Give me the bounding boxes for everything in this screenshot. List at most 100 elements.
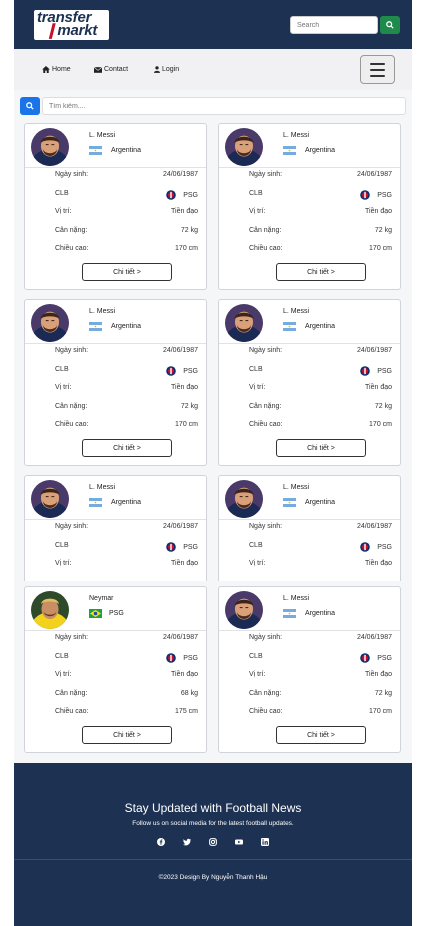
player-search-input[interactable] — [42, 97, 406, 115]
height-value: 170 cm — [369, 708, 392, 715]
club-label: CLB — [249, 366, 263, 373]
social-links — [157, 838, 269, 847]
club-value: PSG — [360, 542, 392, 552]
player-name: L. Messi — [89, 484, 116, 491]
player-nation: Argentina — [305, 147, 335, 154]
page-frame: transfer ❙markt Home Contact Login — [14, 0, 412, 926]
player-nation: Argentina — [305, 499, 335, 506]
height-value: 170 cm — [369, 421, 392, 428]
club-value-text: PSG — [377, 543, 392, 551]
user-icon — [154, 66, 160, 73]
birth-label: Ngày sinh: — [249, 347, 283, 354]
club-value-text: PSG — [183, 654, 198, 662]
player-club-row: CLB PSG — [249, 366, 392, 376]
player-position-row: Vị trí: Tiền đạo — [55, 671, 198, 681]
player-card: L. Messi Argentina Ngày sinh: 24/06/1987 CL… — [24, 475, 207, 581]
player-name: Neymar — [89, 595, 114, 602]
detail-button[interactable]: Chi tiết > — [276, 263, 366, 281]
header-search-button[interactable] — [380, 16, 400, 34]
footer-copyright: ©2023 Design By Nguyễn Thanh Hậu — [158, 874, 268, 881]
position-label: Vị trí: — [249, 671, 266, 678]
position-value-text: Tiền đạo — [365, 208, 392, 215]
linkedin-icon[interactable] — [261, 838, 269, 846]
player-avatar — [31, 304, 69, 342]
player-height-row: Chiều cao: 170 cm — [55, 245, 198, 255]
player-weight-row: Cân nặng: 72 kg — [249, 403, 392, 413]
player-avatar — [31, 591, 69, 629]
psg-club-icon — [166, 653, 177, 663]
player-card: L. Messi Argentina Ngày sinh: 24/06/1987 CL… — [218, 299, 401, 466]
height-label: Chiều cao: — [249, 708, 283, 715]
instagram-icon[interactable] — [209, 838, 217, 846]
nav-login[interactable]: Login — [154, 66, 179, 73]
detail-button[interactable]: Chi tiết > — [276, 726, 366, 744]
main-search-button[interactable] — [20, 97, 40, 115]
twitter-icon[interactable] — [183, 838, 191, 846]
player-club-row: CLB PSG — [249, 653, 392, 663]
player-avatar — [225, 128, 263, 166]
player-height-row: Chiều cao: 170 cm — [249, 421, 392, 431]
position-label: Vị trí: — [249, 384, 266, 391]
player-position-row: Vị trí: Tiền đạo — [249, 384, 392, 394]
argentina-flag-icon — [283, 609, 296, 618]
height-label: Chiều cao: — [249, 421, 283, 428]
player-birth-row: Ngày sinh: 24/06/1987 — [249, 171, 392, 181]
player-club-row: CLB PSG — [55, 190, 198, 200]
position-value: Tiền đạo — [365, 560, 392, 567]
player-avatar — [225, 480, 263, 518]
detail-button[interactable]: Chi tiết > — [82, 439, 172, 457]
player-card: Neymar PSG Ngày sinh: 24/06/1987 CLB PSG Vị … — [24, 586, 207, 753]
nav-home[interactable]: Home — [42, 66, 71, 73]
player-name: L. Messi — [89, 308, 116, 315]
player-avatar — [31, 480, 69, 518]
player-card: L. Messi Argentina Ngày sinh: 24/06/1987 CL… — [218, 475, 401, 581]
birth-label: Ngày sinh: — [55, 347, 89, 354]
nav-bar: Home Contact Login — [14, 49, 412, 90]
position-value-text: Tiền đạo — [171, 208, 198, 215]
birth-value-text: 24/06/1987 — [356, 347, 392, 354]
detail-button[interactable]: Chi tiết > — [82, 263, 172, 281]
argentina-flag-icon — [283, 146, 296, 155]
psg-club-icon — [166, 542, 177, 552]
height-label: Chiều cao: — [249, 245, 283, 252]
header-search-input[interactable] — [290, 16, 378, 34]
argentina-flag-icon — [89, 322, 102, 331]
player-height-row: Chiều cao: 170 cm — [249, 245, 392, 255]
club-value-text: PSG — [183, 191, 198, 199]
club-label: CLB — [55, 366, 69, 373]
nav-contact[interactable]: Contact — [94, 66, 128, 73]
height-value-text: 170 cm — [369, 245, 392, 252]
player-avatar — [225, 304, 263, 342]
weight-value-text: 72 kg — [180, 227, 198, 234]
birth-value-text: 24/06/1987 — [356, 171, 392, 178]
psg-club-icon — [360, 653, 371, 663]
facebook-icon[interactable] — [157, 838, 165, 846]
birth-value: 24/06/1987 — [357, 347, 392, 354]
position-label: Vị trí: — [249, 560, 266, 567]
footer-title: Stay Updated with Football News — [124, 801, 302, 815]
player-card: L. Messi Argentina Ngày sinh: 24/06/1987 CL… — [218, 586, 401, 753]
player-name: L. Messi — [89, 132, 116, 139]
menu-toggle-button[interactable] — [360, 55, 395, 84]
detail-button[interactable]: Chi tiết > — [276, 439, 366, 457]
club-value-text: PSG — [183, 543, 198, 551]
weight-value-text: 72 kg — [374, 227, 392, 234]
player-weight-row: Cân nặng: 68 kg — [55, 690, 198, 700]
argentina-flag-icon — [283, 498, 296, 507]
player-birth-row: Ngày sinh: 24/06/1987 — [55, 523, 198, 533]
club-value-text: PSG — [377, 191, 392, 199]
detail-button[interactable]: Chi tiết > — [82, 726, 172, 744]
weight-value-text: 72 kg — [180, 403, 198, 410]
player-height-row: Chiều cao: 175 cm — [55, 708, 198, 718]
club-label: CLB — [249, 653, 263, 660]
position-value-text: Tiền đạo — [365, 560, 392, 567]
transfermarkt-logo[interactable]: transfer ❙markt — [34, 10, 109, 40]
position-value: Tiền đạo — [365, 384, 392, 391]
birth-value: 24/06/1987 — [163, 171, 198, 178]
position-value: Tiền đạo — [171, 560, 198, 567]
birth-value-text: 24/06/1987 — [162, 523, 198, 530]
hamburger-line — [370, 68, 385, 71]
weight-label: Cân nặng: — [249, 227, 282, 234]
youtube-icon[interactable] — [235, 838, 243, 846]
club-value: PSG — [166, 366, 198, 376]
